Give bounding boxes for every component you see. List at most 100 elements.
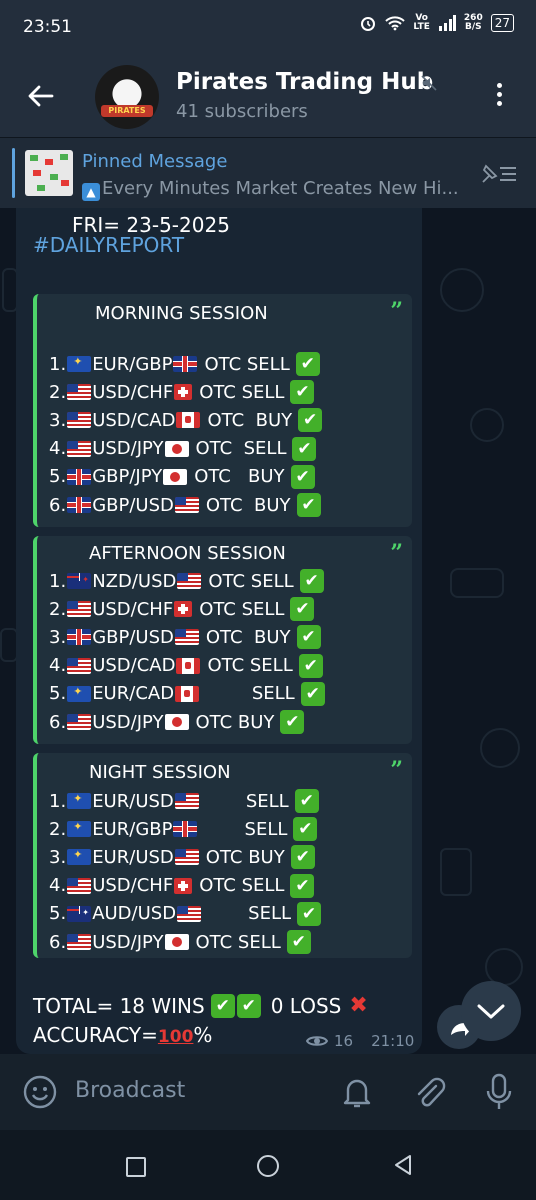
quote-currency: JPY	[136, 931, 164, 953]
up-arrow-icon: ▲	[82, 183, 100, 201]
row-number: 1.	[49, 353, 67, 375]
home-button[interactable]	[257, 1155, 279, 1177]
nav-back-icon[interactable]	[392, 1153, 414, 1177]
eu-flag-icon	[67, 356, 92, 372]
pinned-list-icon[interactable]	[480, 162, 518, 186]
base-currency: USD	[92, 381, 131, 403]
row-number: 3.	[49, 409, 67, 431]
pinned-message-bar[interactable]: Pinned Message ▲ Every Minutes Market Cre…	[0, 137, 536, 209]
signal-row: 6. GBP / USD OTC BUY ✔	[49, 491, 321, 519]
quote-currency: USD	[135, 790, 174, 812]
signal-row: 5. GBP / JPY OTC BUY ✔	[49, 463, 315, 491]
attach-icon[interactable]	[412, 1074, 446, 1110]
base-currency: EUR	[92, 790, 130, 812]
trade-side: OTC BUY	[194, 466, 285, 488]
base-currency: AUD	[92, 903, 132, 925]
base-currency: USD	[92, 875, 131, 897]
check-icon: ✔	[280, 710, 305, 734]
row-number: 3.	[49, 846, 67, 868]
row-number: 2.	[49, 818, 67, 840]
status-icons: Vo LTE 260 B/S 27	[359, 14, 514, 32]
nz-flag-icon	[67, 573, 92, 589]
gb-flag-icon	[173, 356, 198, 372]
scroll-down-button[interactable]	[461, 981, 521, 1041]
signal-row: 2.EUR/GBP SELL✔	[49, 815, 318, 843]
trade-side: OTC BUY	[205, 494, 291, 516]
recents-button[interactable]	[126, 1157, 146, 1177]
quote-icon: ”	[390, 298, 403, 324]
quote-currency: USD	[135, 846, 174, 868]
quote-currency: USD	[137, 903, 177, 925]
signal-row: 4. USD / CHF OTC SELL ✔	[49, 872, 315, 900]
us-flag-icon	[67, 934, 92, 950]
message-time: 21:10	[371, 1032, 415, 1050]
signal-row: 5.AUD/USD SELL✔	[49, 900, 322, 928]
base-currency: EUR	[92, 353, 130, 375]
battery-indicator: 27	[490, 14, 514, 32]
quote-currency: JPY	[135, 466, 163, 488]
quote-currency: CHF	[136, 598, 174, 620]
base-currency: USD	[92, 711, 131, 733]
trade-side: OTC BUY	[207, 409, 293, 431]
ca-flag-icon	[176, 412, 201, 429]
channel-avatar[interactable]: PIRATES	[95, 65, 159, 129]
accuracy-summary: ACCURACY=100%	[33, 1023, 213, 1047]
trade-side: OTC BUY	[205, 846, 285, 868]
channel-header: PIRATES Pirates Trading Hub 41 subscribe…	[0, 55, 536, 137]
more-vertical-icon[interactable]	[495, 83, 503, 111]
base-currency: USD	[92, 409, 131, 431]
trade-side: OTC SELL	[199, 875, 285, 897]
jp-flag-icon	[163, 468, 188, 485]
mute-icon	[421, 75, 437, 91]
quote-currency: GBP	[135, 818, 173, 840]
broadcast-input[interactable]: Broadcast	[75, 1078, 185, 1103]
bell-icon[interactable]	[340, 1074, 374, 1110]
ch-flag-icon	[174, 384, 193, 401]
us-flag-icon	[67, 440, 92, 457]
trade-side: SELL	[208, 903, 292, 925]
cross-icon: ✖	[349, 993, 368, 1018]
quote-currency: CAD	[136, 655, 176, 677]
wifi-icon	[385, 16, 406, 31]
check-icon: ✔	[298, 408, 323, 433]
jp-flag-icon	[164, 714, 189, 730]
trade-side: SELL	[204, 818, 288, 840]
quote-currency: CHF	[136, 381, 174, 403]
quote-currency: USD	[135, 494, 174, 516]
check-icon: ✔	[299, 569, 324, 593]
pinned-label: Pinned Message	[82, 151, 228, 172]
base-currency: USD	[92, 598, 131, 620]
base-currency: USD	[92, 655, 131, 677]
signal-row: 6. USD / JPY OTC BUY ✔	[49, 708, 305, 736]
channel-title[interactable]: Pirates Trading Hub	[176, 69, 433, 95]
signal-row: 3.EUR/USDOTC BUY✔	[49, 843, 315, 871]
trade-side: OTC SELL	[199, 598, 285, 620]
back-arrow-icon[interactable]	[26, 81, 56, 111]
emoji-icon[interactable]	[22, 1074, 58, 1110]
trade-side: OTC BUY	[205, 626, 291, 648]
hashtag-link[interactable]: #DAILYREPORT	[33, 233, 184, 257]
subscriber-count: 41 subscribers	[176, 101, 308, 122]
signal-row: 5.EUR/CAD SELL✔	[49, 680, 325, 708]
trade-side: OTC SELL	[207, 655, 293, 677]
chevron-down-icon	[477, 1004, 505, 1019]
base-currency: USD	[92, 438, 131, 460]
total-summary: TOTAL= 18 WINS ✔ ✔ 0 LOSS ✖	[33, 993, 368, 1018]
us-flag-icon	[67, 714, 92, 730]
broadcast-bar: Broadcast	[0, 1054, 536, 1130]
check-icon: ✔	[292, 436, 317, 461]
row-number: 5.	[49, 683, 67, 705]
trade-side: OTC BUY	[195, 711, 275, 733]
signal-row: 6. USD / JPY OTC SELL ✔	[49, 928, 311, 956]
row-number: 4.	[49, 875, 67, 897]
gb-flag-icon	[67, 468, 92, 485]
quote-currency: USD	[137, 570, 177, 592]
check-icon: ✔	[294, 789, 319, 813]
pinned-text: ▲ Every Minutes Market Creates New Hi...	[82, 178, 467, 201]
signal-row: 4. USD / CAD OTC SELL ✔	[49, 652, 323, 680]
gb-flag-icon	[67, 497, 92, 513]
us-flag-icon	[67, 601, 92, 618]
quote-currency: CAD	[136, 409, 176, 431]
mic-icon[interactable]	[484, 1072, 514, 1112]
base-currency: GBP	[92, 466, 130, 488]
